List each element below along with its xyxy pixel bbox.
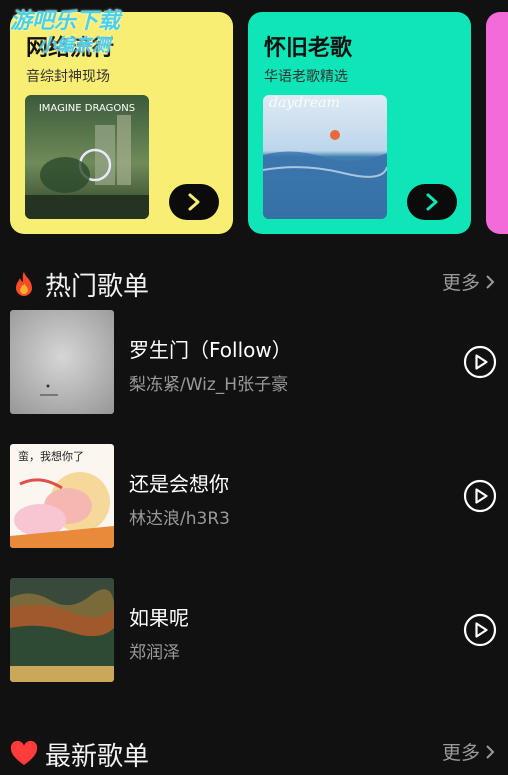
song-artist: 梨冻紧/Wiz_H张子豪 [129, 375, 289, 395]
new-playlists-header: 最新歌单 更多 [10, 732, 498, 772]
cover-caption-text: 蛮，我想你了 [18, 449, 84, 463]
album-cover-image: daydream [263, 95, 387, 219]
watermark-overlay: 游吧乐下载 小编亲测 [10, 10, 120, 58]
play-circle-icon[interactable] [463, 613, 497, 647]
chevron-right-icon [426, 193, 438, 211]
more-link[interactable]: 更多 [442, 268, 496, 295]
cover-title-text: daydream [269, 95, 340, 111]
more-link[interactable]: 更多 [442, 738, 496, 765]
playlist-card-old-songs[interactable]: 怀旧老歌 华语老歌精选 daydream [248, 12, 471, 234]
featured-playlists-row: 网络流行 音综封神现场 IMAGINE DRAGONS 怀旧老歌 华语老歌精选 … [0, 0, 508, 245]
song-cover-image: 蛮，我想你了 [10, 444, 114, 548]
song-cover-image [10, 310, 114, 414]
song-cover-image [10, 578, 114, 682]
song-artist: 郑润泽 [129, 643, 180, 663]
chevron-right-icon [486, 274, 495, 289]
card-subtitle: 华语老歌精选 [264, 69, 348, 85]
song-row[interactable]: 罗生门（Follow） 梨冻紧/Wiz_H张子豪 [10, 310, 498, 414]
heart-icon [10, 740, 38, 765]
card-open-button[interactable] [169, 184, 219, 220]
watermark-line1: 游吧乐下载 [10, 9, 121, 34]
play-circle-icon[interactable] [463, 479, 497, 513]
song-row[interactable]: 如果呢 郑润泽 [10, 578, 498, 682]
more-label: 更多 [441, 272, 480, 294]
song-row[interactable]: 蛮，我想你了 还是会想你 林达浪/h3R3 [10, 444, 498, 548]
more-label: 更多 [441, 742, 480, 764]
card-open-button[interactable] [407, 184, 457, 220]
card-title: 怀旧老歌 [264, 36, 353, 61]
flame-icon [16, 272, 32, 296]
play-circle-icon[interactable] [463, 345, 497, 379]
cover-band-text: IMAGINE DRAGONS [39, 103, 135, 114]
hot-playlists-header: 热门歌单 更多 [10, 262, 498, 302]
section-title: 最新歌单 [45, 742, 150, 772]
song-title: 罗生门（Follow） [129, 338, 292, 362]
chevron-right-icon [188, 193, 200, 211]
watermark-line2: 小编亲测 [38, 35, 110, 56]
song-title: 如果呢 [129, 606, 189, 630]
section-title: 热门歌单 [45, 272, 150, 302]
chevron-right-icon [486, 744, 495, 759]
playlist-card-partial[interactable] [486, 12, 508, 234]
card-subtitle: 音综封神现场 [26, 69, 110, 85]
song-artist: 林达浪/h3R3 [129, 509, 230, 529]
song-title: 还是会想你 [129, 472, 229, 496]
album-cover-image: IMAGINE DRAGONS [25, 95, 149, 219]
